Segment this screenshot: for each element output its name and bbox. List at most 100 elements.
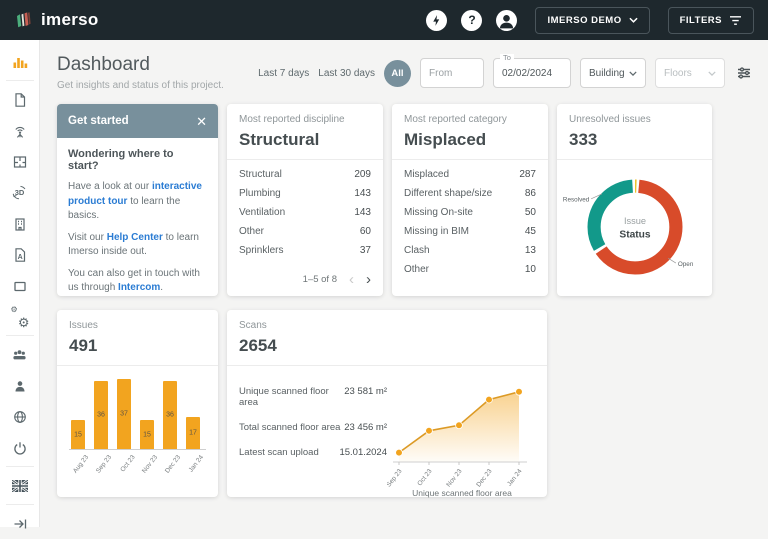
line-point bbox=[486, 396, 493, 403]
account-button[interactable] bbox=[496, 10, 517, 31]
sidebar-item-logout[interactable] bbox=[0, 432, 40, 463]
list-item: Misplaced287 bbox=[404, 165, 536, 184]
screen-icon bbox=[12, 278, 28, 294]
question-mark-icon: ? bbox=[468, 14, 475, 26]
scans-card: Scans 2654 Unique scanned floor area23 5… bbox=[227, 310, 547, 497]
sidebar-item-building[interactable] bbox=[0, 208, 40, 239]
building-select[interactable]: Building bbox=[580, 58, 646, 88]
to-date-input[interactable] bbox=[493, 58, 571, 88]
list-item-label: Other bbox=[239, 226, 264, 237]
3d-view-icon: 3D bbox=[11, 184, 28, 201]
line-point bbox=[396, 449, 403, 456]
line-point bbox=[456, 422, 463, 429]
stat-label: Latest scan upload bbox=[239, 447, 319, 458]
project-selector-button[interactable]: IMERSO DEMO bbox=[535, 7, 649, 34]
card-title: Scans bbox=[239, 320, 535, 331]
card-value: Misplaced bbox=[404, 130, 536, 150]
list-item: Missing On-site50 bbox=[404, 203, 536, 222]
discipline-list: Structural209Plumbing143Ventilation143Ot… bbox=[227, 160, 383, 260]
svg-text:A: A bbox=[17, 254, 22, 261]
line-category-label: Dec 23 bbox=[475, 468, 493, 489]
range-last-30-days[interactable]: Last 30 days bbox=[318, 68, 375, 79]
bolt-icon bbox=[430, 14, 443, 27]
donut-label-resolved: Resolved bbox=[562, 197, 589, 204]
sidebar-item-3d-model[interactable]: 3D bbox=[0, 177, 40, 208]
sidebar-item-settings[interactable]: ⚙⚙ bbox=[0, 301, 40, 332]
cards-row-1: Get started ✕ Wondering where to start? … bbox=[57, 104, 752, 296]
filter-icon bbox=[729, 15, 742, 26]
line-chart-caption: Unique scanned floor area bbox=[412, 488, 512, 498]
intercom-link[interactable]: Intercom bbox=[118, 282, 160, 293]
list-item-label: Different shape/size bbox=[404, 188, 492, 199]
sidebar-item-documents[interactable] bbox=[0, 84, 40, 115]
list-item-value: 143 bbox=[354, 188, 371, 199]
floors-select[interactable]: Floors bbox=[655, 58, 725, 88]
card-value: 491 bbox=[69, 336, 206, 356]
card-title: Unresolved issues bbox=[569, 114, 700, 125]
bar: 36 bbox=[163, 381, 177, 449]
building-select-value: Building bbox=[589, 68, 625, 79]
filters-button[interactable]: FILTERS bbox=[668, 7, 754, 34]
advanced-filters-button[interactable] bbox=[736, 65, 752, 81]
bar-value-label: 15 bbox=[140, 431, 154, 438]
scans-line-chart: Sep 23Oct 23Nov 23Dec 23Jan 24 Unique sc… bbox=[387, 378, 537, 498]
floorplan-icon bbox=[12, 154, 28, 170]
sidebar-item-team[interactable] bbox=[0, 339, 40, 370]
close-icon[interactable]: ✕ bbox=[196, 115, 207, 128]
list-item-value: 287 bbox=[519, 169, 536, 180]
bar-chart-icon bbox=[12, 54, 28, 70]
pagination-next-icon[interactable]: › bbox=[366, 272, 371, 287]
quick-actions-button[interactable] bbox=[426, 10, 447, 31]
app-window: { "topbar": { "brand": "imerso", "projec… bbox=[0, 0, 768, 527]
list-item-label: Plumbing bbox=[239, 188, 281, 199]
stat-label: Unique scanned floor area bbox=[239, 386, 344, 408]
cards-row-2: Issues 491 153637153617 Aug 23Sep 23Oct … bbox=[57, 310, 752, 497]
pagination-prev-icon[interactable]: ‹ bbox=[349, 272, 354, 287]
list-item: Different shape/size86 bbox=[404, 184, 536, 203]
sidebar-item-floorplans[interactable] bbox=[0, 146, 40, 177]
get-started-body: Wondering where to start? Have a look at… bbox=[57, 138, 218, 296]
donut-center-line2: Status bbox=[619, 230, 651, 241]
donut-center-line1: Issue bbox=[623, 216, 645, 226]
sidebar-item-language[interactable] bbox=[0, 470, 40, 501]
line-point bbox=[426, 427, 433, 434]
stat-row: Unique scanned floor area23 581 m² bbox=[239, 386, 387, 408]
from-date-input[interactable] bbox=[420, 58, 484, 88]
sidebar-item-user[interactable] bbox=[0, 370, 40, 401]
bar-category-label: Sep 23 bbox=[95, 454, 113, 475]
list-item-value: 10 bbox=[525, 264, 536, 275]
bar-category-label: Oct 23 bbox=[119, 454, 136, 473]
get-started-heading: Wondering where to start? bbox=[68, 148, 207, 172]
list-item: Plumbing 143 bbox=[239, 184, 371, 203]
filter-controls: Last 7 days Last 30 days All To Building… bbox=[258, 58, 752, 88]
list-item-label: Other bbox=[404, 264, 429, 275]
list-item-label: Sprinklers bbox=[239, 245, 283, 256]
uk-flag-icon bbox=[12, 480, 28, 492]
help-center-link[interactable]: Help Center bbox=[107, 232, 163, 243]
sidebar-item-dashboard[interactable] bbox=[0, 46, 40, 77]
brand-logo[interactable]: imerso bbox=[14, 10, 99, 30]
range-all-button[interactable]: All bbox=[384, 60, 411, 87]
sidebar-collapse-toggle[interactable] bbox=[0, 508, 40, 539]
report-file-icon: A bbox=[12, 247, 28, 263]
line-category-label: Jan 24 bbox=[506, 468, 524, 488]
sidebar-item-reports[interactable]: A bbox=[0, 239, 40, 270]
line-category-label: Nov 23 bbox=[445, 468, 463, 489]
scan-stats-list: Unique scanned floor area23 581 m²Total … bbox=[239, 378, 387, 498]
donut-chart-svg: IssueStatusResolvedOpen bbox=[559, 164, 711, 292]
category-list: Misplaced287Different shape/size86Missin… bbox=[392, 160, 548, 279]
globe-icon bbox=[12, 409, 28, 425]
chevron-down-icon bbox=[708, 71, 716, 76]
sidebar-item-scanner[interactable] bbox=[0, 115, 40, 146]
range-last-7-days[interactable]: Last 7 days bbox=[258, 68, 309, 79]
line-category-label: Sep 23 bbox=[387, 468, 404, 489]
sidebar-item-web[interactable] bbox=[0, 401, 40, 432]
team-icon bbox=[11, 346, 28, 363]
page-header: Dashboard Get insights and status of thi… bbox=[57, 54, 752, 91]
sidebar-item-views[interactable] bbox=[0, 270, 40, 301]
page-title: Dashboard bbox=[57, 54, 224, 76]
get-started-paragraph: Visit our Help Center to learn Imerso in… bbox=[68, 231, 207, 260]
help-button[interactable]: ? bbox=[461, 10, 482, 31]
bar-chart-axis-labels: Aug 23Sep 23Oct 23Nov 23Dec 23Jan 24 bbox=[69, 450, 206, 476]
get-started-card: Get started ✕ Wondering where to start? … bbox=[57, 104, 218, 296]
